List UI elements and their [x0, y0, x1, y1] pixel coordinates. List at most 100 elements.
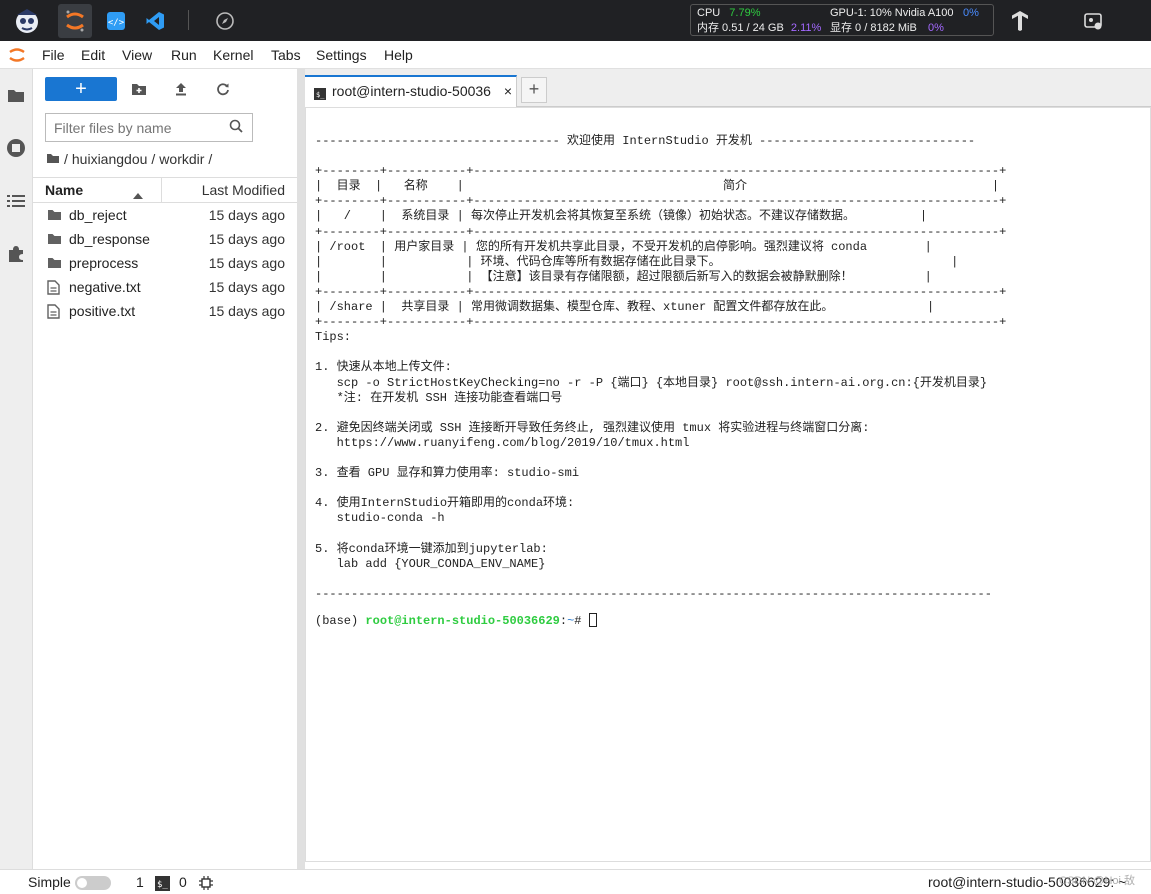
file-row[interactable]: db_response 15 days ago [33, 227, 297, 251]
terminal-icon: $_ [314, 87, 326, 103]
vram-label: 显存 0 / 8182 MiB [830, 22, 917, 34]
menu-help[interactable]: Help [384, 47, 413, 63]
file-browser: + / huixiangdou / workdir / Name Last Mo… [33, 69, 297, 869]
image-settings-icon[interactable] [1076, 4, 1110, 38]
terminal-line: +--------+-----------+------------------… [315, 315, 1007, 330]
breadcrumb-huixiangdou[interactable]: huixiangdou [72, 151, 148, 167]
file-name: db_reject [69, 207, 127, 223]
breadcrumb-separator: / [208, 151, 213, 167]
simple-mode-label: Simple [28, 874, 71, 890]
breadcrumb-separator: / [151, 151, 156, 167]
file-name: preprocess [69, 255, 139, 271]
prompt-user: root@intern-studio-50036629 [365, 614, 560, 628]
simple-mode-toggle[interactable] [75, 876, 111, 890]
menu-tabs[interactable]: Tabs [271, 47, 301, 63]
add-tab-button[interactable]: + [521, 77, 547, 103]
menu-kernel[interactable]: Kernel [213, 47, 253, 63]
file-name: db_response [69, 231, 150, 247]
menu-bar: File Edit View Run Kernel Tabs Settings … [0, 41, 1151, 69]
folder-icon[interactable] [5, 84, 27, 106]
terminal-count[interactable]: 0 [179, 874, 187, 890]
filter-files-input[interactable] [45, 113, 253, 142]
breadcrumb: / huixiangdou / workdir / [46, 151, 212, 167]
terminal-line: 3. 查看 GPU 显存和算力使用率: studio-smi [315, 466, 580, 481]
file-row[interactable]: positive.txt 15 days ago [33, 299, 297, 323]
file-modified: 15 days ago [208, 231, 285, 247]
gpu-label: GPU-1: 10% Nvidia A100 [830, 7, 954, 19]
file-row[interactable]: preprocess 15 days ago [33, 251, 297, 275]
terminal[interactable]: ---------------------------------- 欢迎使用 … [305, 107, 1151, 862]
file-name: positive.txt [69, 303, 136, 319]
prompt-separator: : [559, 614, 568, 628]
left-sidebar [0, 69, 33, 869]
svg-text:</>: </> [108, 18, 125, 28]
tab-bar: $_ root@intern-studio-50036 × + [305, 69, 1151, 107]
column-last-modified[interactable]: Last Modified [202, 182, 285, 198]
new-launcher-button[interactable]: + [45, 77, 117, 101]
cpu-label: CPU [697, 7, 721, 19]
vscode-icon[interactable] [138, 4, 172, 38]
refresh-icon[interactable] [212, 79, 234, 99]
file-row[interactable]: db_reject 15 days ago [33, 203, 297, 227]
code-editor-icon[interactable]: </> [99, 4, 133, 38]
tab-label: root@intern-studio-50036 [332, 83, 491, 99]
intern-logo-icon[interactable] [10, 4, 44, 38]
terminal-line: ---------------------------------- 欢迎使用 … [315, 134, 976, 148]
column-name[interactable]: Name [45, 182, 83, 198]
sort-ascending-icon[interactable] [133, 186, 143, 202]
search-icon [229, 119, 243, 138]
vram-value: 0% [928, 22, 944, 34]
kernel-count[interactable]: 1 [136, 874, 144, 890]
terminal-line: | /root | 用户家目录 | 您的所有开发机共享此目录，不受开发机的启停影… [315, 239, 932, 254]
toolbar-divider [188, 10, 189, 30]
terminal-line: | 目录 | 名称 | 简介 | [315, 179, 1000, 194]
file-modified: 15 days ago [208, 303, 285, 319]
file-row[interactable]: negative.txt 15 days ago [33, 275, 297, 299]
terminal-line: Tips: [315, 330, 352, 345]
jupyter-icon[interactable] [58, 4, 92, 38]
new-folder-icon[interactable] [128, 79, 150, 99]
terminal-line: | | | 环境、代码仓库等所有数据存储在此目录下。 | [315, 254, 959, 269]
breadcrumb-workdir[interactable]: workdir [159, 151, 204, 167]
menu-file[interactable]: File [42, 47, 65, 63]
extensions-icon[interactable] [5, 243, 27, 265]
terminal-line: +--------+-----------+------------------… [315, 194, 1007, 209]
file-modified: 15 days ago [208, 255, 285, 271]
terminal-line: 2. 避免因终端关闭或 SSH 连接断开导致任务终止, 强烈建议使用 tmux … [315, 420, 870, 435]
panel-splitter[interactable] [297, 69, 305, 869]
menu-edit[interactable]: Edit [81, 47, 105, 63]
column-divider[interactable] [161, 178, 162, 202]
terminal-line: +--------+-----------+------------------… [315, 284, 1007, 299]
text-file-icon [47, 304, 60, 322]
close-tab-icon[interactable]: × [504, 83, 512, 99]
terminal-prompt[interactable]: (base) root@intern-studio-50036629:~# [315, 613, 597, 629]
running-icon[interactable] [5, 137, 27, 159]
breadcrumb-root[interactable]: / [64, 151, 68, 167]
terminal-line: https://www.ruanyifeng.com/blog/2019/10/… [315, 435, 690, 450]
tensorflow-icon[interactable] [1003, 4, 1037, 38]
file-modified: 15 days ago [208, 279, 285, 295]
resource-monitor: CPU 7.79% GPU-1: 10% Nvidia A100 0% 内存 0… [690, 4, 994, 36]
table-of-contents-icon[interactable] [5, 190, 27, 212]
gpu-value: 0% [963, 7, 979, 19]
menu-settings[interactable]: Settings [316, 47, 367, 63]
file-name: negative.txt [69, 279, 141, 295]
compass-icon[interactable] [208, 4, 242, 38]
terminal-line: | | | 【注意】该目录有存储限额，超过限额后新写入的数据会被静默删除！ | [315, 269, 932, 284]
terminal-line: | / | 系统目录 | 每次停止开发机会将其恢复至系统（镜像）初始状态。不建议… [315, 209, 928, 224]
watermark: CSDN @Hoi 敌 [1059, 875, 1135, 887]
cpu-chip-icon[interactable] [199, 876, 213, 893]
jupyter-logo-icon [8, 45, 26, 70]
mem-value: 2.11% [790, 22, 822, 34]
menu-view[interactable]: View [122, 47, 152, 63]
terminal-icon: $_ [155, 876, 170, 894]
menu-run[interactable]: Run [171, 47, 197, 63]
upload-icon[interactable] [170, 79, 192, 99]
file-browser-toolbar: + [33, 69, 297, 109]
tab-terminal[interactable]: $_ root@intern-studio-50036 × [305, 75, 517, 107]
